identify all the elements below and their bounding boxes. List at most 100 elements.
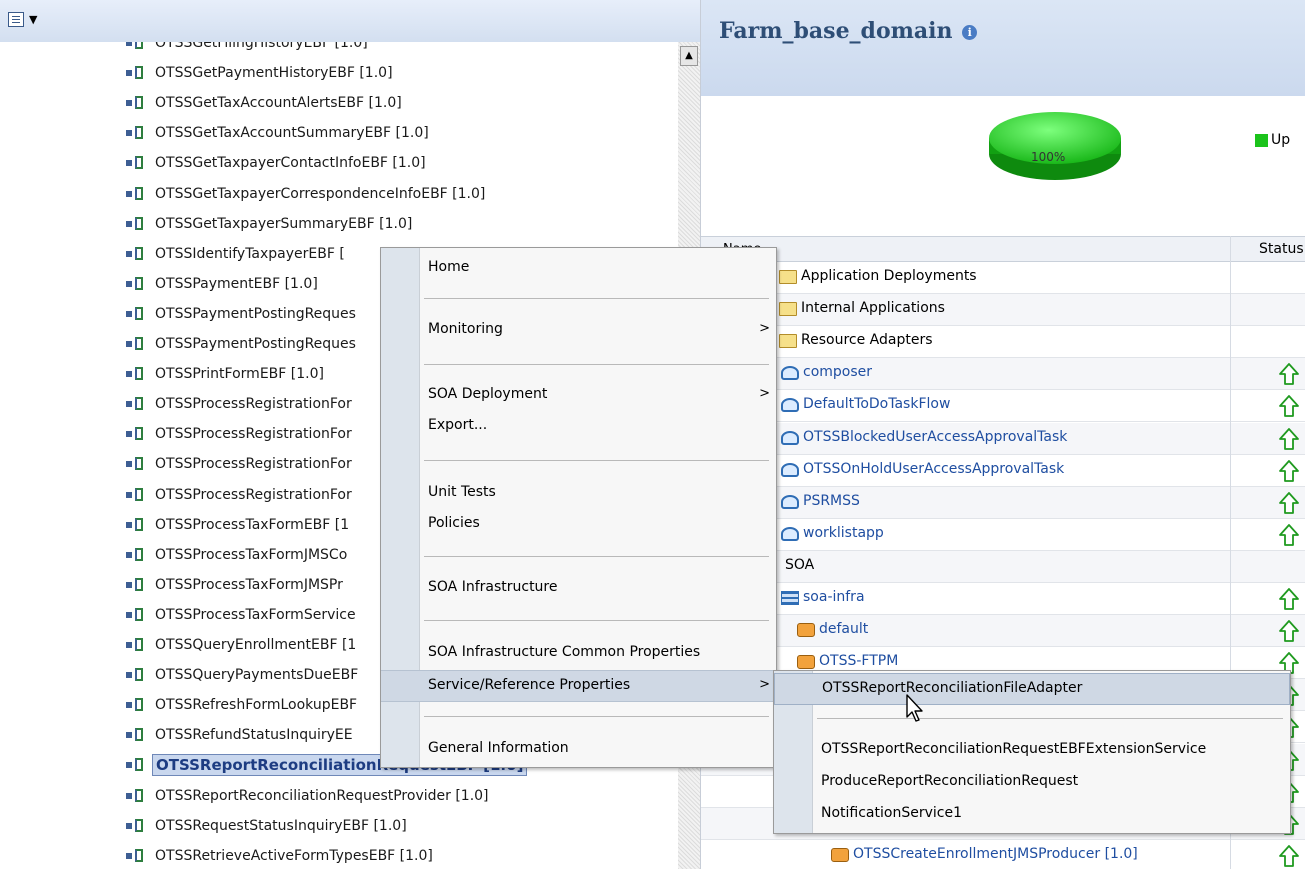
tree-item[interactable]: OTSSRetrieveActiveFormTypesEBF [1.0]	[126, 844, 436, 868]
tree-item[interactable]: OTSSProcessTaxFormJMSCo	[126, 543, 350, 567]
row-label[interactable]: worklistapp	[803, 525, 884, 541]
menu-item-label: Monitoring	[428, 321, 503, 337]
submenu-item-file-adapter[interactable]: OTSSReportReconciliationFileAdapter	[774, 673, 1290, 705]
tree-item[interactable]: OTSSProcessRegistrationFor	[126, 422, 355, 446]
menu-separator	[424, 620, 769, 621]
row-label[interactable]: OTSSCreateEnrollmentJMSProducer [1.0]	[853, 846, 1138, 862]
row-label[interactable]: soa-infra	[803, 589, 865, 605]
menu-separator	[424, 556, 769, 557]
table-row[interactable]: OTSSCreateEnrollmentJMSProducer [1.0]	[701, 840, 1305, 869]
composite-icon	[126, 667, 148, 683]
tree-item[interactable]: OTSSGetTaxpayerCorrespondenceInfoEBF [1.…	[126, 182, 488, 206]
menu-item-service-reference-properties[interactable]: Service/Reference Properties >	[381, 670, 776, 702]
composite-icon	[126, 577, 148, 593]
tree-item[interactable]: OTSSGetTaxpayerContactInfoEBF [1.0]	[126, 151, 429, 175]
tree-item[interactable]: OTSSQueryPaymentsDueEBF	[126, 663, 361, 687]
status-up-icon	[1279, 459, 1299, 482]
menu-item-general-information[interactable]: General Information	[381, 734, 776, 766]
tree-item[interactable]: OTSSProcessRegistrationFor	[126, 392, 355, 416]
tree-item[interactable]: OTSSGetTaxAccountAlertsEBF [1.0]	[126, 91, 405, 115]
row-label[interactable]: DefaultToDoTaskFlow	[803, 396, 950, 412]
table-row[interactable]: default	[701, 615, 1305, 648]
table-row[interactable]: OTSSOnHoldUserAccessApprovalTask	[701, 455, 1305, 487]
composite-icon	[126, 517, 148, 533]
folder-icon	[779, 302, 797, 317]
tree-item[interactable]: OTSSPaymentEBF [1.0]	[126, 272, 321, 296]
table-row[interactable]: PSRMSS	[701, 486, 1305, 519]
tree-item[interactable]: OTSSProcessTaxFormService	[126, 603, 359, 627]
menu-separator	[424, 460, 769, 461]
status-up-icon	[1279, 844, 1299, 867]
composite-icon	[126, 697, 148, 713]
table-row[interactable]: DefaultToDoTaskFlow	[701, 390, 1305, 423]
row-label[interactable]: composer	[803, 364, 872, 380]
table-row[interactable]: Application Deployments	[701, 262, 1305, 294]
application-icon	[781, 366, 799, 381]
tree-menu-icon[interactable]	[8, 12, 24, 27]
tree-item[interactable]: OTSSReportReconciliationRequestProvider …	[126, 784, 492, 808]
tree-item-label: OTSSProcessRegistrationFor	[155, 426, 352, 443]
table-row[interactable]: Internal Applications	[701, 294, 1305, 327]
submenu-item-notification-service[interactable]: NotificationService1	[774, 799, 1290, 831]
row-label[interactable]: PSRMSS	[803, 493, 860, 509]
menu-item-soa-deployment[interactable]: SOA Deployment >	[381, 380, 776, 412]
menu-item-monitoring[interactable]: Monitoring >	[381, 315, 776, 347]
tree-item[interactable]: OTSSQueryEnrollmentEBF [1	[126, 633, 359, 657]
info-icon[interactable]: i	[962, 24, 978, 40]
table-row[interactable]: soa-infra	[701, 583, 1305, 615]
menu-item-export[interactable]: Export...	[381, 411, 776, 443]
tree-item[interactable]: OTSSGetTaxpayerSummaryEBF [1.0]	[126, 212, 415, 236]
tree-item[interactable]: OTSSProcessTaxFormEBF [1	[126, 513, 352, 537]
tree-item[interactable]: OTSSProcessRegistrationFor	[126, 483, 355, 507]
tree-item[interactable]: OTSSRefundStatusInquiryEE	[126, 723, 356, 747]
application-icon	[781, 398, 799, 413]
table-row[interactable]: OTSSBlockedUserAccessApprovalTask	[701, 422, 1305, 455]
scroll-up-icon[interactable]: ▲	[680, 46, 698, 66]
submenu-arrow-icon: >	[759, 386, 770, 401]
table-row[interactable]: composer	[701, 358, 1305, 391]
tree-item[interactable]: OTSSGetPaymentHistoryEBF [1.0]	[126, 61, 396, 85]
menu-item-label: SOA Deployment	[428, 386, 548, 402]
tree-item[interactable]: OTSSRequestStatusInquiryEBF [1.0]	[126, 814, 410, 838]
menu-item-unit-tests[interactable]: Unit Tests	[381, 478, 776, 510]
table-row[interactable]: Resource Adapters	[701, 326, 1305, 359]
row-label[interactable]: OTSSBlockedUserAccessApprovalTask	[803, 429, 1067, 445]
column-status[interactable]: Status	[1259, 241, 1304, 257]
tree-item[interactable]: OTSSProcessTaxFormJMSPr	[126, 573, 346, 597]
row-label[interactable]: default	[819, 621, 868, 637]
row-label[interactable]: OTSS-FTPM	[819, 653, 898, 669]
tree-item-label: OTSSQueryEnrollmentEBF [1	[155, 637, 357, 653]
tree-item[interactable]: OTSSProcessRegistrationFor	[126, 452, 355, 476]
composite-icon	[126, 186, 148, 202]
menu-item-home[interactable]: Home	[381, 253, 776, 285]
menu-separator	[424, 716, 769, 717]
tree-item[interactable]: OTSSPaymentPostingReques	[126, 302, 359, 326]
status-pie	[989, 112, 1121, 180]
composite-icon	[126, 487, 148, 503]
composite-icon	[126, 547, 148, 563]
composite-icon	[126, 246, 148, 262]
submenu-item-extension-service[interactable]: OTSSReportReconciliationRequestEBFExtens…	[774, 735, 1290, 767]
tree-item[interactable]: OTSSGetTaxAccountSummaryEBF [1.0]	[126, 121, 432, 145]
row-label[interactable]: OTSSOnHoldUserAccessApprovalTask	[803, 461, 1064, 477]
table-row[interactable]: SOA	[701, 550, 1305, 583]
status-up-icon	[1279, 588, 1299, 610]
menu-item-policies[interactable]: Policies	[381, 509, 776, 541]
tree-item[interactable]: OTSSRefreshFormLookupEBF	[126, 693, 360, 717]
tree-menu-dropdown-icon[interactable]: ▼	[29, 13, 37, 26]
menu-item-soa-infrastructure-common-properties[interactable]: SOA Infrastructure Common Properties	[381, 638, 776, 670]
composite-icon	[126, 125, 148, 141]
mouse-cursor-icon	[906, 694, 923, 722]
servers-status-chart: 100% Up	[701, 96, 1305, 236]
row-label: Internal Applications	[801, 300, 945, 317]
tree-item[interactable]: OTSSPaymentPostingReques	[126, 332, 359, 356]
menu-item-label: Export...	[428, 417, 488, 433]
table-row[interactable]: worklistapp	[701, 519, 1305, 551]
legend-label: Up	[1271, 132, 1291, 148]
submenu-item-produce-request[interactable]: ProduceReportReconciliationRequest	[774, 767, 1290, 799]
menu-item-soa-infrastructure[interactable]: SOA Infrastructure	[381, 573, 776, 605]
tree-item[interactable]: OTSSPrintFormEBF [1.0]	[126, 362, 327, 386]
tree-item[interactable]: OTSSIdentifyTaxpayerEBF [	[126, 242, 348, 266]
tree-item-label: OTSSRetrieveActiveFormTypesEBF [1.0]	[155, 847, 433, 864]
menu-item-label: Service/Reference Properties	[428, 677, 631, 693]
